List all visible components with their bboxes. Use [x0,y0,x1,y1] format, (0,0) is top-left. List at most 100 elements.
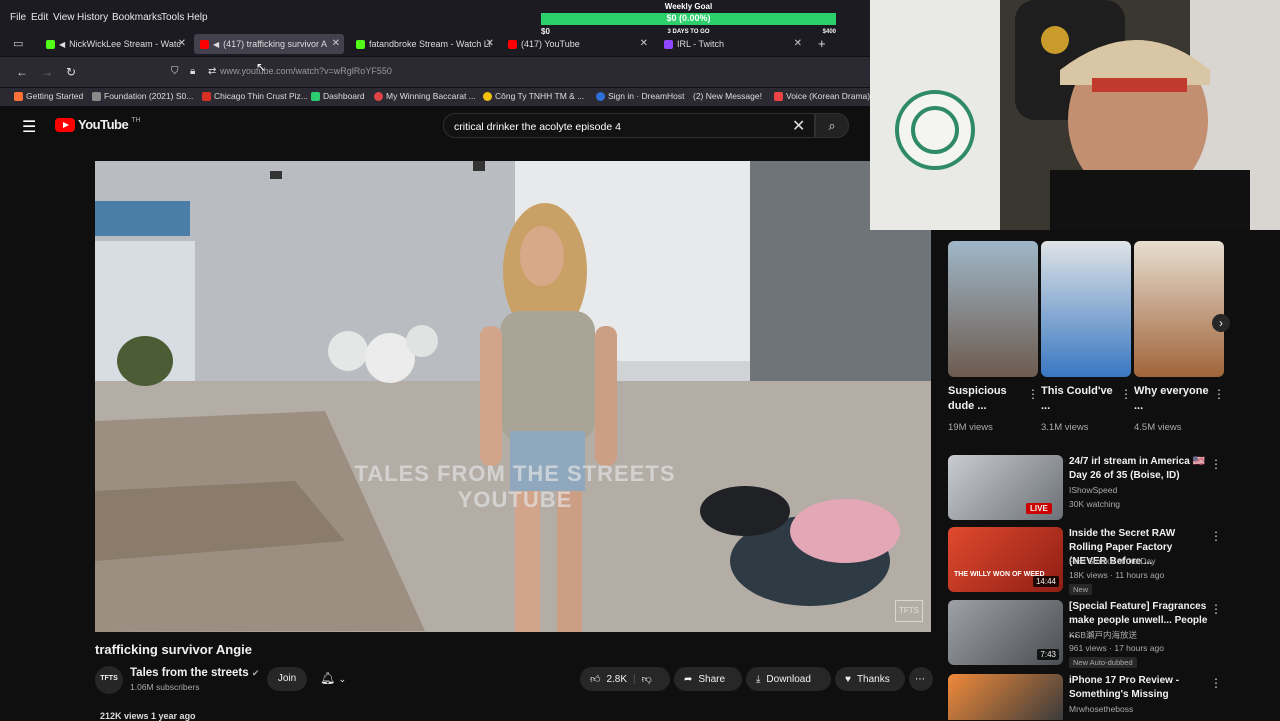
video-thumbnail[interactable]: 7:43 [948,600,1063,665]
country-code: TH [131,117,141,124]
watermark-line-2: YOUTUBE [457,487,573,512]
recommended-video[interactable]: iPhone 17 Pro Review - Something's Missi… [948,674,1228,720]
short-card[interactable]: Why everyone ... ⋮ 4.5M views [1134,241,1225,433]
share-button[interactable]: ➦ Share [674,667,742,691]
site-icon [311,91,320,101]
menu-edit[interactable]: Edit [31,12,48,23]
video-meta: 30K watching [1069,499,1121,509]
bookmark-baccarat[interactable]: My Winning Baccarat ... [374,91,476,101]
short-thumbnail[interactable] [948,241,1038,377]
short-thumbnail[interactable] [1041,241,1131,377]
short-thumbnail[interactable] [1134,241,1224,377]
tab-fatandbroke[interactable]: fatandbroke Stream - Watch Li ✕ [350,34,498,54]
recommended-video[interactable]: LIVE 24/7 irl stream in America 🇺🇸 Day 2… [948,455,1228,521]
video-player[interactable]: TALES FROM THE STREETS YOUTUBE TFTS [95,161,931,632]
bookmark-label: Dashboard [323,91,365,101]
stream-goal-overlay: Weekly Goal $0 (0.00%) $0 3 DAYS TO GO $… [541,0,836,52]
tab-label: (417) trafficking survivor A [223,39,328,49]
menu-hamburger-icon[interactable]: ☰ [22,117,36,137]
channel-name[interactable]: First Smoke of the Day [1069,556,1155,566]
bookmark-label: Công Ty TNHH TM & ... [495,91,585,101]
new-badge: New Auto-dubbed [1069,657,1137,668]
more-vert-icon[interactable]: ⋮ [1210,457,1222,471]
menu-view[interactable]: View [53,12,75,23]
search-icon: ⌕ [828,118,836,133]
verified-icon: ✔ [251,668,260,678]
goal-target-amount: $400 [822,29,836,35]
tab-label: fatandbroke Stream - Watch Li [369,39,491,49]
video-thumbnail[interactable]: THE WILLY WON OF WEED 14:44 [948,527,1063,592]
thumbs-down-icon[interactable]: 👎︎ [642,673,652,685]
bookmark-cong-ty[interactable]: Công Ty TNHH TM & ... [483,91,584,101]
tab-overview-icon[interactable]: ▭ [13,37,23,50]
bookmark-getting-started[interactable]: Getting Started [14,91,83,101]
divider: | [633,673,636,685]
menu-file[interactable]: File [10,12,26,23]
bookmark-new-message[interactable]: (2) New Message! [693,91,762,101]
shield-icon[interactable]: ⛉ [171,66,179,77]
close-tab-icon[interactable]: ✕ [178,38,186,49]
bookmark-dreamhost[interactable]: Sign in · DreamHost [596,91,685,101]
channel-name[interactable]: KSB瀬戸内海放送 [1069,629,1137,641]
search-button[interactable]: ⌕ [815,113,849,138]
chevron-right-icon[interactable]: › [1212,314,1230,332]
channel-name[interactable]: Tales from the streets ✔ [130,667,259,679]
more-vert-icon[interactable]: ⋮ [1120,387,1132,401]
more-vert-icon[interactable]: ⋮ [1213,387,1225,401]
thanks-button[interactable]: ♥ Thanks [835,667,905,691]
menu-bookmarks[interactable]: Bookmarks [112,12,162,23]
more-vert-icon[interactable]: ⋮ [1210,602,1222,616]
forward-arrow-icon[interactable]: → [41,65,53,79]
short-title: Why everyone ... [1134,385,1209,412]
more-actions-button[interactable]: ⋯ [909,667,933,691]
close-tab-icon[interactable]: ✕ [486,38,494,49]
bookmark-label: My Winning Baccarat ... [386,91,476,101]
channel-name[interactable]: Mrwhosetheboss [1069,704,1133,714]
reload-icon[interactable]: ↻ [66,65,76,79]
speaker-icon: ◀ [213,39,220,49]
bookmark-voice[interactable]: Voice (Korean Drama) [774,91,870,101]
menu-help[interactable]: Help [187,12,208,23]
close-tab-icon[interactable]: ✕ [332,38,340,49]
channel-name[interactable]: IShowSpeed [1069,485,1117,495]
back-arrow-icon[interactable]: ← [16,65,28,79]
menu-history[interactable]: History [77,12,108,23]
recommended-video[interactable]: THE WILLY WON OF WEED 14:44 Inside the S… [948,527,1228,595]
bookmark-foundation[interactable]: Foundation (2021) S0... [92,91,193,101]
more-vert-icon[interactable]: ⋮ [1210,676,1222,690]
bookmark-dashboard[interactable]: Dashboard [311,91,365,101]
tab-label: NickWickLee Stream - Watc [69,39,181,49]
youtube-logo[interactable]: YouTube TH [55,117,141,132]
bookmark-label: Voice (Korean Drama) [786,91,871,101]
thumbnail-text: THE WILLY WON OF WEED [954,571,1045,578]
tab-nickwicklee[interactable]: ◀ NickWickLee Stream - Watc ✕ [40,34,190,54]
page-settings-icon[interactable]: ⇄ [208,66,216,77]
like-button[interactable]: 👍︎ 2.8K | 👎︎ [580,667,670,691]
youtube-icon [200,39,209,49]
short-card[interactable]: Suspicious dude ... ⋮ 19M views [948,241,1039,433]
video-thumbnail[interactable] [948,674,1063,720]
short-card[interactable]: This Could've ... ⋮ 3.1M views [1041,241,1132,433]
more-vert-icon[interactable]: ⋮ [1210,529,1222,543]
live-badge: LIVE [1026,503,1052,514]
kick-icon [356,39,365,49]
youtube-play-icon [55,117,75,132]
lock-icon[interactable]: 🔒︎ [190,66,195,77]
menu-tools[interactable]: Tools [161,12,184,23]
firefox-icon [14,91,23,101]
more-vert-icon[interactable]: ⋮ [1027,387,1039,401]
download-button[interactable]: ⤓ Download [746,667,831,691]
recommended-video[interactable]: 7:43 [Special Feature] Fragrances make p… [948,600,1228,668]
clear-search-icon[interactable]: ✕ [792,116,805,136]
search-input[interactable]: critical drinker the acolyte episode 4 [443,113,815,138]
bookmark-chicago-pizza[interactable]: Chicago Thin Crust Piz... [202,91,308,101]
url-bar[interactable]: www.youtube.com/watch?v=wRglRoYF550 [220,66,392,76]
notification-bell-icon[interactable]: 🔔︎ ⌄ [320,671,346,685]
like-count: 2.8K [606,673,628,685]
chevron-down-icon: ⌄ [338,674,347,684]
channel-avatar[interactable]: TFTS [95,666,123,694]
speaker-icon: ◀ [59,39,66,49]
tab-trafficking-survivor[interactable]: ◀ (417) trafficking survivor A ✕ [194,34,344,54]
join-button[interactable]: Join [267,667,307,691]
share-icon: ➦ [684,673,693,685]
